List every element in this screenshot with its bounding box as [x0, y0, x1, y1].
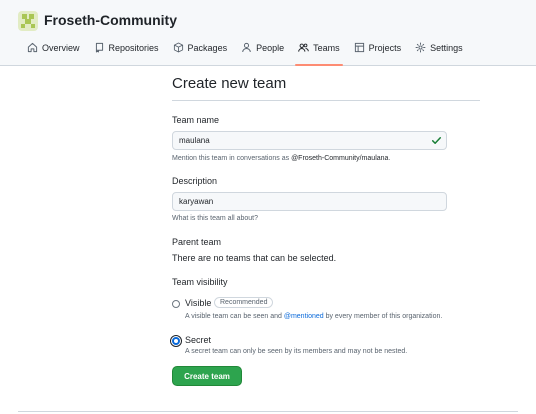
- package-icon: [173, 42, 184, 53]
- people-icon: [298, 42, 309, 53]
- parent-team-label: Parent team: [172, 237, 222, 247]
- visibility-label: Team visibility: [172, 277, 228, 287]
- check-icon: [431, 136, 442, 145]
- team-mention-handle: @Froseth-Community/maulana: [291, 155, 389, 162]
- tab-label: Overview: [42, 43, 80, 53]
- tab-packages[interactable]: Packages: [166, 40, 235, 66]
- org-name[interactable]: Froseth-Community: [44, 12, 177, 28]
- description-hint: What is this team all about?: [172, 215, 258, 222]
- tab-label: Projects: [368, 43, 402, 53]
- team-name-label: Team name: [172, 115, 220, 125]
- tab-label: Teams: [313, 43, 340, 53]
- page-title: Create new team: [172, 75, 480, 101]
- recommended-badge: Recommended: [214, 297, 274, 308]
- tab-overview[interactable]: Overview: [18, 40, 87, 66]
- parent-team-group: Parent team There are no teams that can …: [172, 237, 480, 263]
- secret-radio[interactable]: [170, 335, 182, 347]
- parent-team-empty-text: There are no teams that can be selected.: [172, 253, 337, 263]
- repo-icon: [94, 42, 105, 53]
- tab-label: Settings: [430, 43, 463, 53]
- create-team-form: Create new team Team name Mention this t…: [170, 75, 480, 386]
- org-avatar[interactable]: [18, 11, 38, 31]
- org-nav-tabs: Overview Repositories Packages People Te…: [18, 40, 470, 66]
- visible-hint: A visible team can be seen and @mentione…: [185, 313, 443, 320]
- visibility-group: Team visibility Visible Recommended A vi…: [170, 277, 480, 355]
- footer-divider: [18, 411, 518, 412]
- secret-label[interactable]: Secret: [185, 335, 211, 345]
- person-icon: [241, 42, 252, 53]
- table-icon: [354, 42, 365, 53]
- tab-repositories[interactable]: Repositories: [87, 40, 166, 66]
- team-name-hint: Mention this team in conversations as @F…: [172, 155, 391, 162]
- visible-label[interactable]: Visible: [185, 298, 211, 308]
- tab-label: People: [256, 43, 285, 53]
- tab-people[interactable]: People: [234, 40, 291, 66]
- description-group: Description What is this team all about?: [172, 176, 480, 222]
- visible-radio[interactable]: [172, 300, 180, 308]
- create-team-button[interactable]: Create team: [172, 366, 242, 386]
- org-header: Froseth-Community Overview Repositories …: [0, 0, 536, 66]
- tab-label: Packages: [187, 43, 228, 53]
- description-label: Description: [172, 176, 218, 186]
- description-input[interactable]: [172, 192, 447, 211]
- mentioned-link[interactable]: @mentioned: [284, 313, 324, 320]
- tab-projects[interactable]: Projects: [347, 40, 409, 66]
- tab-teams[interactable]: Teams: [291, 40, 347, 66]
- home-icon: [27, 42, 38, 53]
- tab-label: Repositories: [108, 43, 159, 53]
- team-name-input[interactable]: [172, 131, 447, 150]
- secret-hint: A secret team can only be seen by its me…: [185, 348, 408, 355]
- tab-settings[interactable]: Settings: [408, 40, 470, 66]
- team-name-group: Team name Mention this team in conversat…: [172, 115, 480, 162]
- gear-icon: [415, 42, 426, 53]
